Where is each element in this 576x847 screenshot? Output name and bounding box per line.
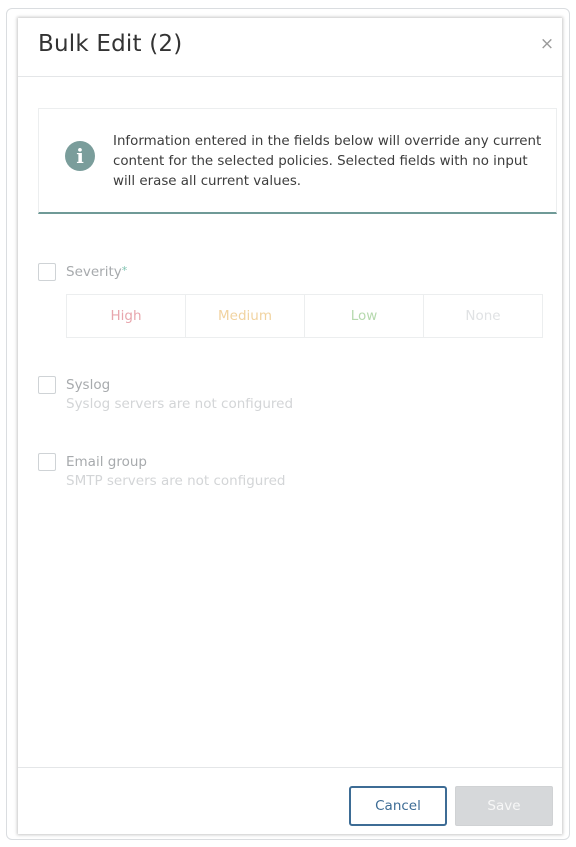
dialog-header: Bulk Edit (2) × — [18, 18, 562, 77]
syslog-checkbox[interactable] — [38, 376, 56, 394]
syslog-hint: Syslog servers are not configured — [66, 396, 294, 412]
severity-options: High Medium Low None — [66, 294, 543, 338]
syslog-label: Syslog — [66, 377, 111, 393]
dialog-footer: Cancel Save — [18, 767, 562, 834]
severity-label-text: Severity — [66, 264, 122, 280]
dialog-title: Bulk Edit (2) — [38, 31, 183, 57]
severity-label: Severity* — [66, 264, 127, 280]
email-group-hint: SMTP servers are not configured — [66, 473, 286, 489]
info-icon-glyph: i — [76, 144, 84, 168]
severity-option-none[interactable]: None — [423, 294, 543, 338]
cancel-button[interactable]: Cancel — [349, 786, 447, 826]
required-marker: * — [121, 264, 128, 277]
info-icon: i — [65, 141, 95, 171]
email-group-checkbox[interactable] — [38, 453, 56, 471]
severity-checkbox[interactable] — [38, 263, 56, 281]
info-banner: i Information entered in the fields belo… — [38, 108, 557, 214]
severity-option-low[interactable]: Low — [304, 294, 424, 338]
severity-option-high[interactable]: High — [66, 294, 186, 338]
info-message: Information entered in the fields below … — [113, 134, 542, 189]
save-button[interactable]: Save — [455, 786, 553, 826]
severity-option-medium[interactable]: Medium — [185, 294, 305, 338]
email-group-label: Email group — [66, 454, 147, 470]
close-icon[interactable]: × — [538, 33, 556, 55]
bulk-edit-dialog: Bulk Edit (2) × i Information entered in… — [18, 18, 562, 834]
